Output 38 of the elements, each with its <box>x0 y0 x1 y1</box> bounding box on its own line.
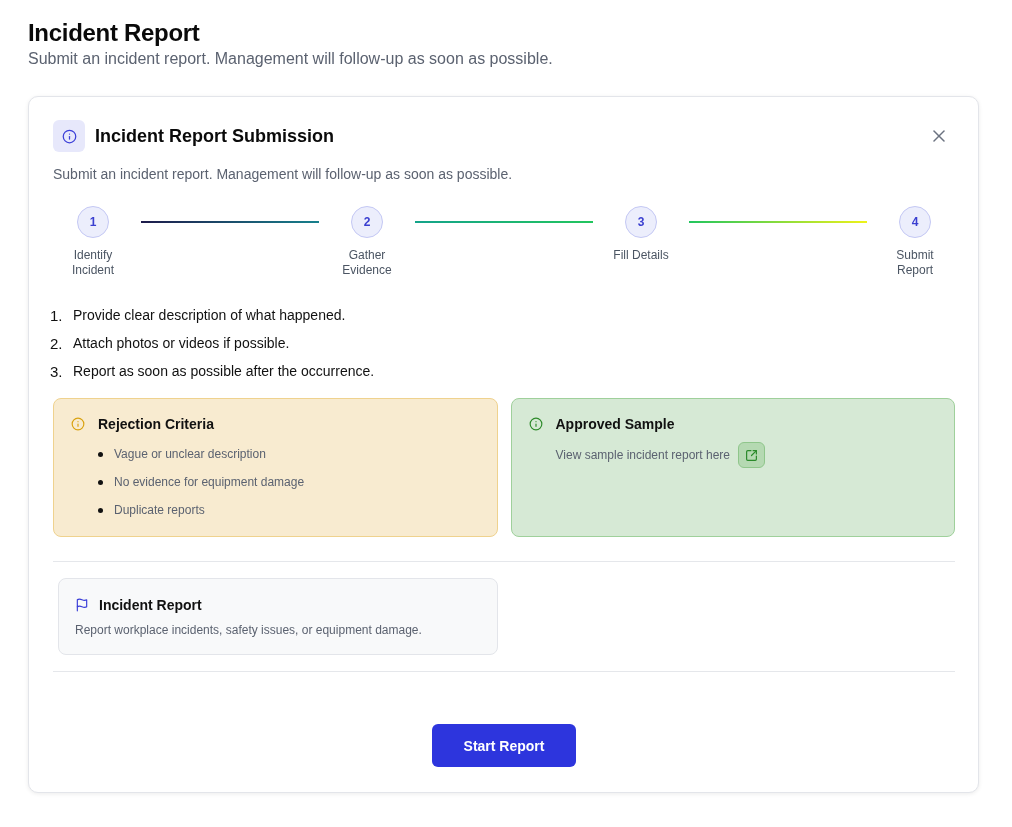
bullet-icon <box>98 507 103 513</box>
page-subtitle: Submit an incident report. Management will follow-up as soon as possible. <box>28 49 554 69</box>
instruction-text: Provide clear description of what happened. <box>73 307 346 323</box>
list-number: 1. <box>50 306 64 324</box>
dialog-title: Incident Report Submission <box>95 125 336 148</box>
start-report-button[interactable]: Start Report <box>432 724 576 767</box>
criteria-item: Duplicate reports <box>114 503 205 517</box>
dialog-description: Submit an incident report. Management will follow-up as soon as possible. <box>53 165 514 184</box>
list-number: 2. <box>50 334 64 352</box>
instruction-text: Attach photos or videos if possible. <box>73 335 290 351</box>
info-icon <box>53 120 85 152</box>
notice-text: View sample incident report here <box>555 448 731 462</box>
close-icon <box>933 130 945 142</box>
bullet-icon <box>98 451 103 457</box>
info-icon <box>528 417 543 431</box>
page-title: Incident Report <box>28 18 201 47</box>
report-type-description: Report workplace incidents, safety issues, or equipment damage. <box>75 622 423 639</box>
step-number: 1 <box>77 206 109 238</box>
notice-title: Approved Sample <box>555 416 675 432</box>
instruction-text: Report as soon as possible after the occurrence. <box>73 363 375 379</box>
info-icon <box>71 417 85 431</box>
step-number: 3 <box>625 206 657 238</box>
notice-title: Rejection Criteria <box>98 416 214 432</box>
external-link-icon <box>745 448 759 462</box>
step-label: Identify Incident <box>71 248 115 278</box>
report-type-title: Incident Report <box>99 597 202 613</box>
step-label: Submit Report <box>895 248 935 278</box>
step-number: 4 <box>899 206 931 238</box>
step-label: Gather Evidence <box>341 248 393 278</box>
criteria-item: No evidence for equipment damage <box>114 475 305 489</box>
report-type-card[interactable]: Incident Report Report workplace incidents, safety issues, or equipment damage. <box>58 578 498 655</box>
external-link-button[interactable] <box>738 442 766 468</box>
criteria-item: Vague or unclear description <box>114 447 266 461</box>
flag-icon <box>75 598 89 612</box>
list-number: 3. <box>50 362 64 380</box>
step-label: Fill Details <box>613 248 669 263</box>
bullet-icon <box>98 479 103 485</box>
step-number: 2 <box>351 206 383 238</box>
